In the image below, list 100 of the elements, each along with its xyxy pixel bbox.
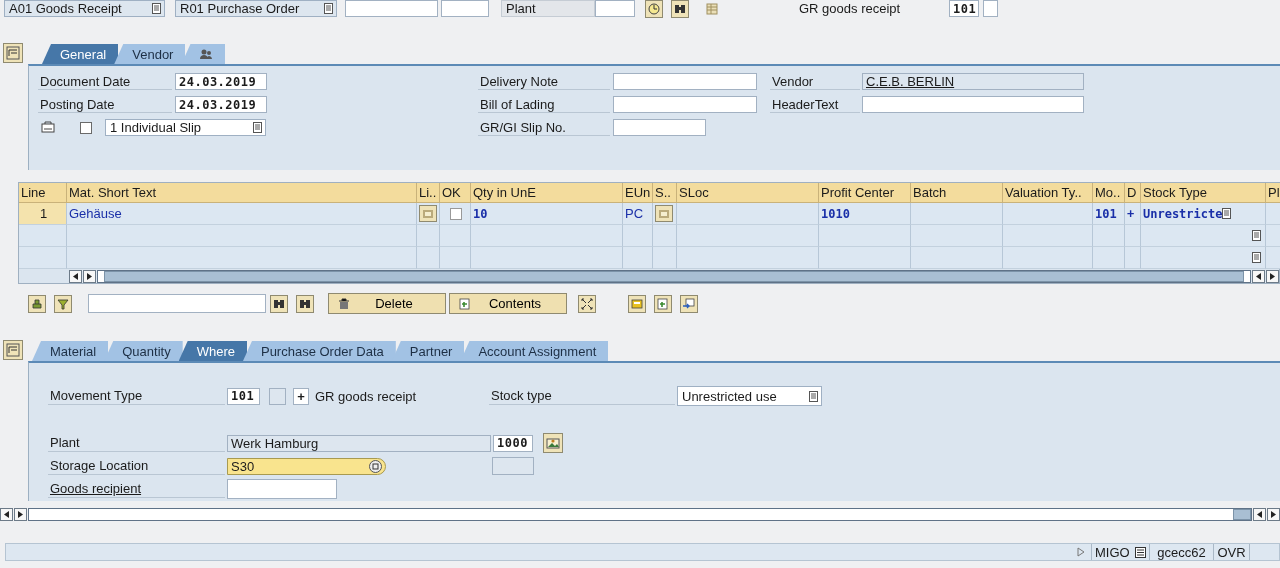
ok-checkbox[interactable] [450,207,462,220]
goods-recipient-link[interactable]: Goods recipient [48,480,225,498]
field-label: Vendor [770,73,860,90]
slip-number-field[interactable] [613,119,706,136]
scroll-left-button[interactable] [0,507,13,521]
field-label: Movement Type [48,387,225,405]
dropdown-icon[interactable] [1222,208,1232,219]
left-arrow-icon [4,510,9,518]
scroll-right-button[interactable] [1267,507,1280,521]
plant-field[interactable] [595,0,635,17]
stock-type-dropdown[interactable]: Unrestricted use [677,386,822,406]
scroll-thumb[interactable] [103,270,1245,282]
clock-button[interactable] [645,0,663,18]
date-field[interactable]: 24.03.2019 [175,96,267,113]
trash-icon [337,296,351,311]
line-number-cell: 1 [19,203,67,225]
dropdown-icon[interactable] [809,390,818,402]
input-field[interactable] [269,387,286,405]
dropdown-icon[interactable] [1252,230,1261,241]
left-arrow-icon [1256,272,1261,280]
date-field[interactable]: 24.03.2019 [175,73,267,90]
field-label: Posting Date [38,96,172,113]
find-next-button[interactable] [296,294,314,313]
contents-button[interactable]: Contents [449,293,567,314]
column-header[interactable]: Stock Type [1141,183,1266,203]
column-header[interactable]: SLoc [677,183,819,203]
dropdown-icon[interactable] [152,3,161,14]
expand-button[interactable] [578,294,596,313]
input-field[interactable] [345,0,438,17]
movement-type-field[interactable]: 101 [227,387,260,405]
column-header[interactable]: Batch [911,183,1003,203]
clock-icon [647,1,661,16]
field-label: Storage Location [48,457,225,475]
toggle-header-button[interactable] [3,43,23,63]
input-field[interactable] [983,0,998,17]
column-header[interactable]: Mo.. [1093,183,1125,203]
dropdown-icon[interactable] [1252,252,1261,263]
tab[interactable]: General [42,44,119,64]
plant-label: Plant [501,0,595,17]
table-cell: PC [623,203,653,225]
storage-location-field[interactable]: S30 [227,457,386,475]
scroll-left-button[interactable] [1252,269,1265,283]
field-label: Plant [48,434,225,452]
column-header[interactable]: Valuation Ty.. [1003,183,1093,203]
column-header[interactable]: EUn [623,183,653,203]
movement-type-field[interactable]: 101 [949,0,979,17]
value-help-icon[interactable] [369,459,382,473]
scroll-right-button[interactable] [83,269,96,283]
server-name: gcecc62 [1157,544,1206,560]
dropdown-icon[interactable] [253,122,262,133]
delivery-note-field[interactable] [613,73,757,90]
scroll-right-button[interactable] [14,507,27,521]
scroll-left-button[interactable] [69,269,82,283]
column-header[interactable]: D [1125,183,1141,203]
tab[interactable]: Where [178,341,247,361]
action-dropdown[interactable]: A01 Goods Receipt [4,0,165,17]
table-cell [623,225,653,247]
expand-icon[interactable] [1077,547,1085,557]
plant-code-field[interactable]: 1000 [493,434,533,452]
document-icon [422,207,434,220]
bill-of-lading-field[interactable] [613,96,757,113]
column-header[interactable]: Line [19,183,67,203]
vendor-field[interactable]: C.E.B. BERLIN [862,73,1084,90]
tab[interactable]: Vendor [114,44,186,64]
list-icon[interactable] [1135,546,1146,558]
reference-dropdown[interactable]: R01 Purchase Order [175,0,337,17]
column-header[interactable]: Pl [1266,183,1280,203]
slip-dropdown[interactable]: 1 Individual Slip [105,119,266,136]
delete-button[interactable]: Delete [328,293,446,314]
column-header[interactable]: OK [440,183,471,203]
column-header[interactable]: Qty in UnE [471,183,623,203]
scroll-thumb[interactable] [1233,508,1251,520]
toggle-detail-button[interactable] [3,340,23,360]
column-header[interactable]: S.. [653,183,677,203]
sign-field: + [293,387,309,405]
filter-button[interactable] [54,294,72,313]
transfer-button[interactable] [680,294,698,313]
dropdown-icon[interactable] [324,3,333,14]
column-header[interactable]: Li.. [417,183,440,203]
stack-button[interactable] [28,294,46,313]
field-label: Stock type [489,387,675,405]
input-field[interactable] [441,0,489,17]
tab[interactable]: Purchase Order Data [242,341,396,361]
find-button[interactable] [671,0,689,18]
landscape-icon [546,436,560,450]
scroll-right-button[interactable] [1266,269,1279,283]
left-arrow-icon [73,272,78,280]
search-field[interactable] [88,294,266,313]
header-text-field[interactable] [862,96,1084,113]
find-button[interactable] [270,294,288,313]
tab[interactable]: Material [32,341,109,361]
print-checkbox[interactable] [80,121,92,134]
right-arrow-icon [1271,510,1276,518]
column-header[interactable]: Mat. Short Text [67,183,417,203]
plant-name-field: Werk Hamburg [227,434,491,452]
picture-button[interactable] [543,433,563,453]
column-header[interactable]: Profit Center [819,183,911,203]
add-button[interactable] [654,294,672,313]
goods-recipient-field[interactable] [227,479,337,499]
scroll-left-button[interactable] [1253,507,1266,521]
